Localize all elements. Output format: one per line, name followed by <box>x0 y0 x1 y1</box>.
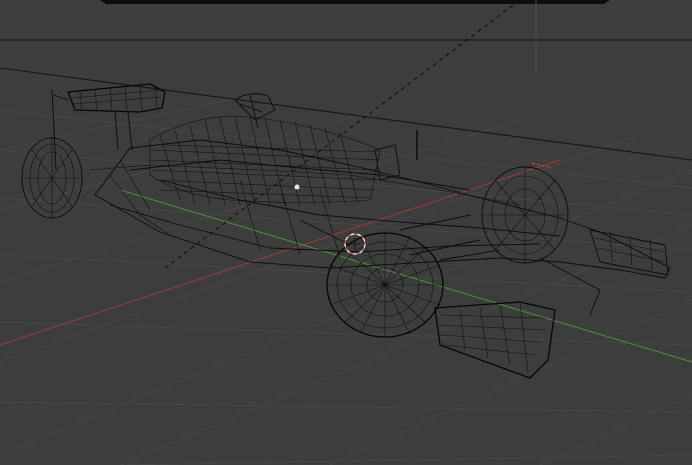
floor-grid <box>0 94 692 465</box>
3d-viewport[interactable] <box>0 0 692 465</box>
rear-left-wheel <box>21 137 83 219</box>
camera-frustum-line <box>0 67 692 161</box>
light-object-icon[interactable] <box>294 184 300 190</box>
camera-frame-top[interactable] <box>100 0 610 4</box>
front-wing-mesh <box>434 229 669 379</box>
mirror-mesh <box>374 144 401 181</box>
front-left-wheel <box>326 232 444 338</box>
y-axis-line <box>119 189 692 363</box>
viewport-canvas[interactable] <box>0 0 692 465</box>
